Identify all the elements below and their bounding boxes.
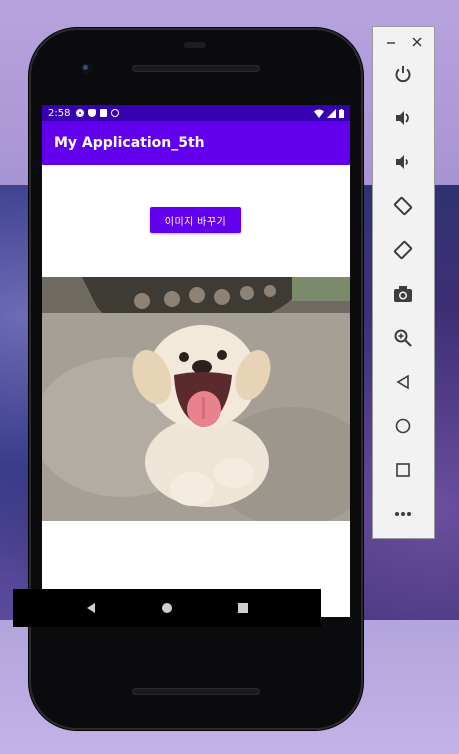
screenshot-button[interactable] bbox=[390, 281, 416, 307]
rotate-right-button[interactable] bbox=[390, 237, 416, 263]
navigation-bar bbox=[13, 589, 321, 627]
app-title: My Application_5th bbox=[54, 135, 205, 151]
volume-down-icon bbox=[396, 155, 408, 169]
app-bar: My Application_5th bbox=[42, 121, 350, 165]
battery-icon bbox=[339, 108, 344, 118]
home-icon[interactable] bbox=[157, 598, 177, 618]
change-image-button[interactable]: 이미지 바꾸기 bbox=[150, 207, 241, 233]
home-button[interactable] bbox=[390, 413, 416, 439]
shield-icon bbox=[88, 109, 97, 117]
back-triangle-icon bbox=[396, 374, 409, 390]
puppy-illustration bbox=[42, 277, 350, 521]
power-icon bbox=[395, 66, 411, 83]
overview-icon[interactable] bbox=[233, 598, 253, 618]
front-camera bbox=[81, 63, 92, 74]
more-button[interactable] bbox=[390, 501, 416, 527]
status-time: 2:58 bbox=[48, 107, 71, 119]
data-saver-icon bbox=[111, 109, 120, 117]
gear-icon bbox=[76, 109, 85, 117]
bottom-speaker bbox=[132, 688, 260, 695]
overview-button[interactable] bbox=[390, 457, 416, 483]
power-button[interactable] bbox=[390, 61, 416, 87]
rotate-right-icon bbox=[393, 240, 413, 260]
minimize-icon[interactable] bbox=[386, 37, 396, 47]
overview-square-icon bbox=[396, 463, 410, 477]
zoom-icon bbox=[394, 329, 412, 347]
rotate-left-icon bbox=[393, 196, 413, 216]
status-bar: 2:58 bbox=[42, 105, 350, 121]
back-icon[interactable] bbox=[81, 598, 101, 618]
puppy-photo bbox=[42, 277, 350, 521]
rotate-left-button[interactable] bbox=[390, 193, 416, 219]
home-circle-icon bbox=[395, 418, 411, 434]
wifi-icon bbox=[314, 109, 324, 118]
sd-card-icon bbox=[100, 109, 108, 117]
window-controls bbox=[373, 35, 434, 49]
camera-icon bbox=[394, 286, 412, 302]
close-icon[interactable] bbox=[412, 37, 422, 47]
volume-down-button[interactable] bbox=[390, 149, 416, 175]
device-screen: 2:58 My Application_5th 이미지 바꾸기 bbox=[42, 105, 350, 617]
volume-up-button[interactable] bbox=[390, 105, 416, 131]
phone-top-notch bbox=[184, 42, 206, 48]
emulator-control-panel bbox=[372, 26, 435, 539]
signal-icon bbox=[327, 108, 336, 118]
zoom-button[interactable] bbox=[390, 325, 416, 351]
earpiece-speaker bbox=[132, 65, 260, 72]
more-icon bbox=[395, 512, 411, 516]
volume-up-icon bbox=[396, 111, 409, 125]
back-button[interactable] bbox=[390, 369, 416, 395]
